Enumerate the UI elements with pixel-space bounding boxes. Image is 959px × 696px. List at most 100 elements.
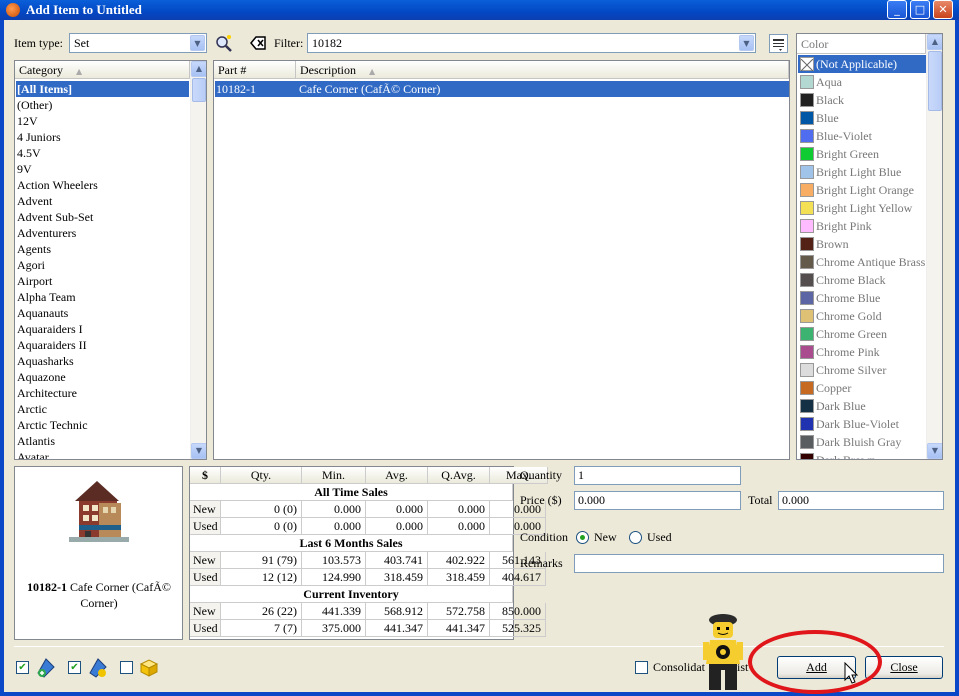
scroll-up-icon[interactable]: ▲ (927, 34, 942, 50)
consolidate-checkbox[interactable] (635, 661, 648, 674)
color-item[interactable]: Bright Light Yellow (798, 199, 926, 217)
scroll-down-icon[interactable]: ▼ (927, 443, 942, 459)
mouse-cursor-icon (844, 661, 860, 686)
consolidate-label-start[interactable]: Consolidat (653, 660, 705, 675)
quantity-label: Quantity (520, 468, 562, 482)
stats-max: 525.325 (490, 620, 546, 637)
stats-qavg: 572.758 (428, 603, 490, 620)
color-item[interactable]: Dark Brown (798, 451, 926, 459)
color-name: Bright Pink (816, 219, 872, 233)
condition-used-label[interactable]: Used (647, 530, 672, 545)
color-item[interactable]: Chrome Silver (798, 361, 926, 379)
color-item[interactable]: Bright Green (798, 145, 926, 163)
category-item[interactable]: Aquaraiders II (16, 337, 189, 353)
color-swatch (800, 417, 814, 431)
color-item[interactable]: Chrome Antique Brass (798, 253, 926, 271)
remarks-input[interactable] (574, 554, 944, 573)
category-item[interactable]: Aquaraiders I (16, 321, 189, 337)
table-row[interactable]: 10182-1 Cafe Corner (CafÃ© Corner) (215, 81, 789, 97)
color-item[interactable]: (Not Applicable) (798, 55, 926, 73)
stats-qty: 0 (0) (221, 518, 302, 535)
scroll-down-icon[interactable]: ▼ (191, 443, 206, 459)
color-item[interactable]: Black (798, 91, 926, 109)
color-item[interactable]: Chrome Gold (798, 307, 926, 325)
category-item[interactable]: [All Items] (16, 81, 189, 97)
category-item[interactable]: Atlantis (16, 433, 189, 449)
category-item[interactable]: Aquasharks (16, 353, 189, 369)
category-item[interactable]: Aquanauts (16, 305, 189, 321)
category-item[interactable]: Avatar (16, 449, 189, 459)
total-input[interactable]: 0.000 (778, 491, 944, 510)
color-list[interactable]: Color (Not Applicable) Aqua Black Blue Blue-… (796, 33, 943, 460)
stats-min: 103.573 (302, 552, 366, 569)
category-item[interactable]: Adventurers (16, 225, 189, 241)
color-item[interactable]: Chrome Green (798, 325, 926, 343)
chevron-down-icon[interactable]: ▼ (190, 35, 205, 51)
category-list[interactable]: Category ▲ [All Items] (Other) 12V 4 Junior… (14, 60, 207, 460)
scroll-up-icon[interactable]: ▲ (191, 61, 206, 77)
color-item[interactable]: Bright Light Orange (798, 181, 926, 199)
category-item[interactable]: (Other) (16, 97, 189, 113)
category-header[interactable]: Category ▲ (15, 61, 190, 79)
category-item[interactable]: 4 Juniors (16, 129, 189, 145)
clear-filter-icon[interactable] (249, 35, 267, 51)
category-item[interactable]: Alpha Team (16, 289, 189, 305)
color-item[interactable]: Chrome Blue (798, 289, 926, 307)
category-item[interactable]: Architecture (16, 385, 189, 401)
filter-input[interactable]: 10182 ▼ (307, 33, 756, 53)
item-type-select[interactable]: Set ▼ (69, 33, 207, 53)
scroll-thumb[interactable] (192, 78, 206, 102)
minimize-button[interactable]: _ (887, 0, 907, 19)
color-swatch (800, 435, 814, 449)
quantity-input[interactable]: 1 (574, 466, 741, 485)
highlight-annotation (748, 630, 882, 694)
option-checkbox-1[interactable]: ✔ (16, 661, 29, 674)
category-item[interactable]: 4.5V (16, 145, 189, 161)
condition-new-label[interactable]: New (594, 530, 617, 545)
color-item[interactable]: Chrome Pink (798, 343, 926, 361)
color-item[interactable]: Blue-Violet (798, 127, 926, 145)
color-item[interactable]: Dark Bluish Gray (798, 433, 926, 451)
category-item[interactable]: Advent Sub-Set (16, 209, 189, 225)
category-item[interactable]: Aquazone (16, 369, 189, 385)
parts-list[interactable]: Part # Description ▲ 10182-1 Cafe Corner… (213, 60, 790, 460)
category-item[interactable]: Arctic (16, 401, 189, 417)
color-item[interactable]: Brown (798, 235, 926, 253)
stats-condition: New (190, 552, 221, 569)
category-scrollbar[interactable]: ▲ ▼ (190, 61, 206, 459)
category-item[interactable]: Airport (16, 273, 189, 289)
color-item[interactable]: Copper (798, 379, 926, 397)
color-swatch (800, 219, 814, 233)
category-item[interactable]: Agori (16, 257, 189, 273)
condition-new-radio[interactable] (576, 531, 589, 544)
item-type-label: Item type: (14, 36, 63, 50)
option-checkbox-3[interactable] (120, 661, 133, 674)
preview-part-number: 10182-1 (26, 580, 67, 594)
chevron-down-icon[interactable]: ▼ (739, 35, 754, 51)
option-checkbox-2[interactable]: ✔ (68, 661, 81, 674)
color-item[interactable]: Chrome Black (798, 271, 926, 289)
maximize-button[interactable]: □ (910, 0, 930, 19)
color-header[interactable]: Color (797, 34, 926, 54)
category-item[interactable]: Advent (16, 193, 189, 209)
color-item[interactable]: Blue (798, 109, 926, 127)
close-window-button[interactable]: ✕ (933, 0, 953, 19)
color-item[interactable]: Dark Blue (798, 397, 926, 415)
category-item[interactable]: 12V (16, 113, 189, 129)
scroll-thumb[interactable] (928, 51, 942, 111)
price-input[interactable]: 0.000 (574, 491, 741, 510)
search-catalog-icon[interactable] (214, 33, 234, 53)
category-item[interactable]: Arctic Technic (16, 417, 189, 433)
category-item[interactable]: Agents (16, 241, 189, 257)
description-header[interactable]: Description ▲ (296, 61, 789, 79)
color-item[interactable]: Aqua (798, 73, 926, 91)
condition-used-radio[interactable] (629, 531, 642, 544)
part-number-header[interactable]: Part # (214, 61, 296, 79)
color-item[interactable]: Bright Pink (798, 217, 926, 235)
view-options-icon[interactable] (769, 34, 788, 53)
category-item[interactable]: 9V (16, 161, 189, 177)
color-item[interactable]: Dark Blue-Violet (798, 415, 926, 433)
color-item[interactable]: Bright Light Blue (798, 163, 926, 181)
color-scrollbar[interactable]: ▲ ▼ (926, 34, 942, 459)
category-item[interactable]: Action Wheelers (16, 177, 189, 193)
